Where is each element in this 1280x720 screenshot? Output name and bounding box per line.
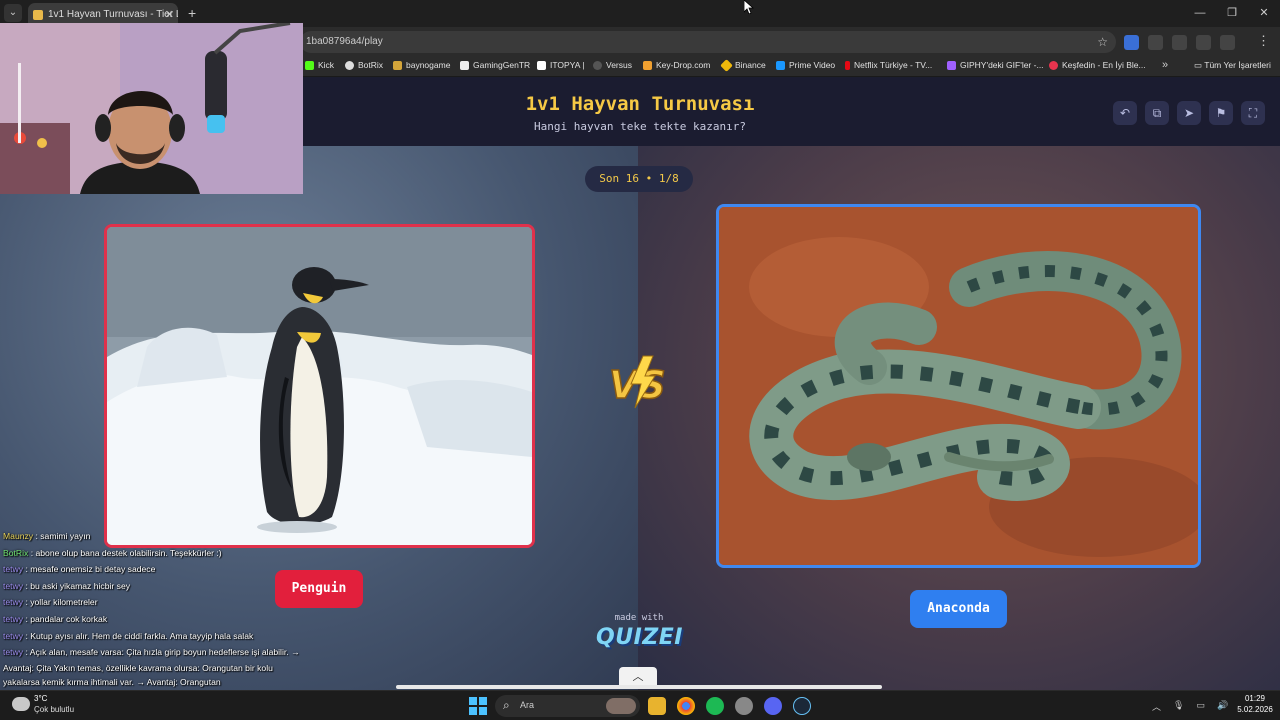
itopya-icon (537, 60, 546, 70)
search-icon: ⌕ (503, 698, 510, 712)
header-actions: ↶ ⧉ ➤ ⚑ ⛶ (1113, 101, 1265, 125)
netflix-icon (845, 60, 850, 70)
window-controls: — ❐ ✕ (1184, 0, 1280, 27)
baynogame-icon (393, 60, 402, 70)
tab-favicon-icon (33, 10, 43, 20)
kick-icon (305, 60, 314, 70)
chat-message: tetwy : mesafe onemsiz bi detay sadece (3, 564, 156, 575)
sr-extension-icon[interactable] (1148, 35, 1163, 50)
cloudy-weather-icon[interactable] (12, 697, 30, 711)
chrome-icon[interactable] (677, 697, 695, 715)
restore-icon[interactable]: ❐ (1216, 0, 1248, 27)
chat-message: tetwy : yollar kilometreler (3, 597, 98, 608)
extensions-area (1124, 35, 1235, 50)
webcam-overlay (0, 23, 303, 194)
binance-icon (720, 58, 733, 72)
spotify-icon[interactable] (706, 697, 724, 715)
chat-message-continuation: Avantaj: Çita Yakın temas, özellikle kav… (3, 662, 273, 673)
mouse-cursor-icon (744, 0, 754, 14)
bookmark-item[interactable]: ITOPYA | (537, 60, 585, 70)
taskbar-search-input[interactable]: ⌕ Ara (495, 695, 640, 717)
prime-video-icon (776, 60, 785, 70)
bookmark-item[interactable]: Binance (720, 58, 766, 72)
tab-search-icon[interactable]: ⌄ (4, 4, 22, 22)
vs-icon: VS (608, 355, 667, 409)
bookmark-item[interactable]: Netflix Türkiye - TV... (845, 60, 932, 70)
giphy-icon (947, 60, 956, 70)
quizei-logo[interactable]: QUIZEI (596, 625, 682, 650)
puzzle-extension-icon[interactable] (1172, 35, 1187, 50)
blender-icon (1049, 60, 1058, 70)
translate-extension-icon[interactable] (1124, 35, 1139, 50)
microphone-icon[interactable]: 🎙 (1173, 700, 1184, 713)
undo-icon[interactable]: ↶ (1113, 101, 1137, 125)
media-control-icon[interactable] (1196, 35, 1211, 50)
discord-icon[interactable] (764, 697, 782, 715)
weather-description: Çok bulutlu (34, 705, 75, 714)
chat-message: BotRix : abone olup bana destek olabilir… (3, 547, 222, 558)
minimize-icon[interactable]: — (1184, 0, 1216, 27)
bookmark-item[interactable]: baynogame (393, 60, 450, 70)
chat-message-continuation: yakalarsa kemik kırma ihtimali var. → Av… (3, 677, 221, 688)
horizontal-scrollbar[interactable] (396, 685, 882, 689)
bookmark-item[interactable]: Key-Drop.com (643, 60, 710, 70)
round-indicator: Son 16 • 1/8 (585, 166, 693, 192)
app-icon[interactable] (735, 697, 753, 715)
system-tray: ︿ 🎙 ▭ 🔊 (1152, 700, 1228, 713)
chat-message: Maunzy : samimi yayın (3, 531, 91, 541)
chat-message: tetwy : Kutup ayısı alır. Hem de ciddi f… (3, 630, 254, 641)
clock-date[interactable]: 5.02.2026 (1232, 705, 1278, 714)
left-choice-card[interactable] (104, 224, 535, 548)
tray-overflow-icon[interactable]: ︿ (1152, 700, 1161, 713)
chat-message: tetwy : Açık alan, mesafe varsa: Çita hı… (3, 647, 300, 658)
steam-icon[interactable] (793, 697, 811, 715)
clock-time[interactable]: 01:29 (1232, 694, 1278, 703)
bookmark-item[interactable]: Versus (593, 60, 632, 70)
tab-title: 1v1 Hayvan Turnuvası - Tier List (48, 9, 178, 20)
search-highlight-image (606, 698, 636, 714)
versus-icon (593, 60, 602, 70)
bookmarks-overflow-button[interactable]: » (1162, 59, 1168, 71)
penguin-image (107, 227, 532, 545)
gaminggen-icon (460, 60, 469, 70)
close-window-icon[interactable]: ✕ (1248, 0, 1280, 27)
browser-menu-icon[interactable]: ⋮ (1257, 33, 1270, 49)
keydrop-icon (643, 60, 652, 70)
botrix-icon (345, 60, 354, 70)
address-bar[interactable]: 1ba08796a4/play ☆ (300, 31, 1116, 53)
chat-message: tetwy : bu aski yikamaz hicbir sey (3, 580, 131, 591)
chat-message: tetwy : pandalar cok korkak (3, 613, 108, 624)
made-with-label: made with (614, 613, 664, 623)
bookmark-item[interactable]: GamingGenTR (460, 60, 530, 70)
bookmark-item[interactable]: BotRix (345, 60, 383, 70)
streamer-webcam-image (0, 23, 303, 194)
bookmark-item[interactable]: Keşfedin - En İyi Ble... (1049, 60, 1146, 70)
choose-right-button[interactable]: Anaconda (910, 590, 1007, 628)
bookmark-item[interactable]: GIPHY'deki GIF'ler -... (947, 60, 1044, 70)
share-icon[interactable]: ⧉ (1145, 101, 1169, 125)
url-text: 1ba08796a4/play (306, 36, 383, 47)
bookmark-star-icon[interactable]: ☆ (1097, 31, 1108, 53)
bookmark-item[interactable]: Kick (305, 60, 334, 70)
anaconda-image (719, 207, 1198, 565)
all-bookmarks-folder[interactable]: ▭ Tüm Yer İşaretleri (1194, 60, 1271, 71)
chevron-up-icon[interactable]: ︿ (619, 667, 657, 687)
file-explorer-icon[interactable] (648, 697, 666, 715)
weather-temperature: 3°C (34, 694, 48, 703)
send-icon[interactable]: ➤ (1177, 101, 1201, 125)
profile-avatar-icon[interactable] (1220, 35, 1235, 50)
stream-chat-overlay: Maunzy : samimi yayın BotRix : abone olu… (3, 528, 343, 690)
fullscreen-icon[interactable]: ⛶ (1241, 101, 1265, 125)
right-choice-card[interactable] (716, 204, 1201, 568)
new-tab-icon[interactable]: + (188, 5, 196, 21)
flag-icon[interactable]: ⚑ (1209, 101, 1233, 125)
windows-start-icon[interactable] (469, 697, 487, 715)
volume-icon[interactable]: 🔊 (1217, 700, 1228, 713)
bookmark-item[interactable]: Prime Video (776, 60, 835, 70)
windows-taskbar: 3°C Çok bulutlu ⌕ Ara ︿ 🎙 ▭ 🔊 01:29 5.02… (0, 690, 1280, 720)
display-icon[interactable]: ▭ (1196, 700, 1205, 713)
